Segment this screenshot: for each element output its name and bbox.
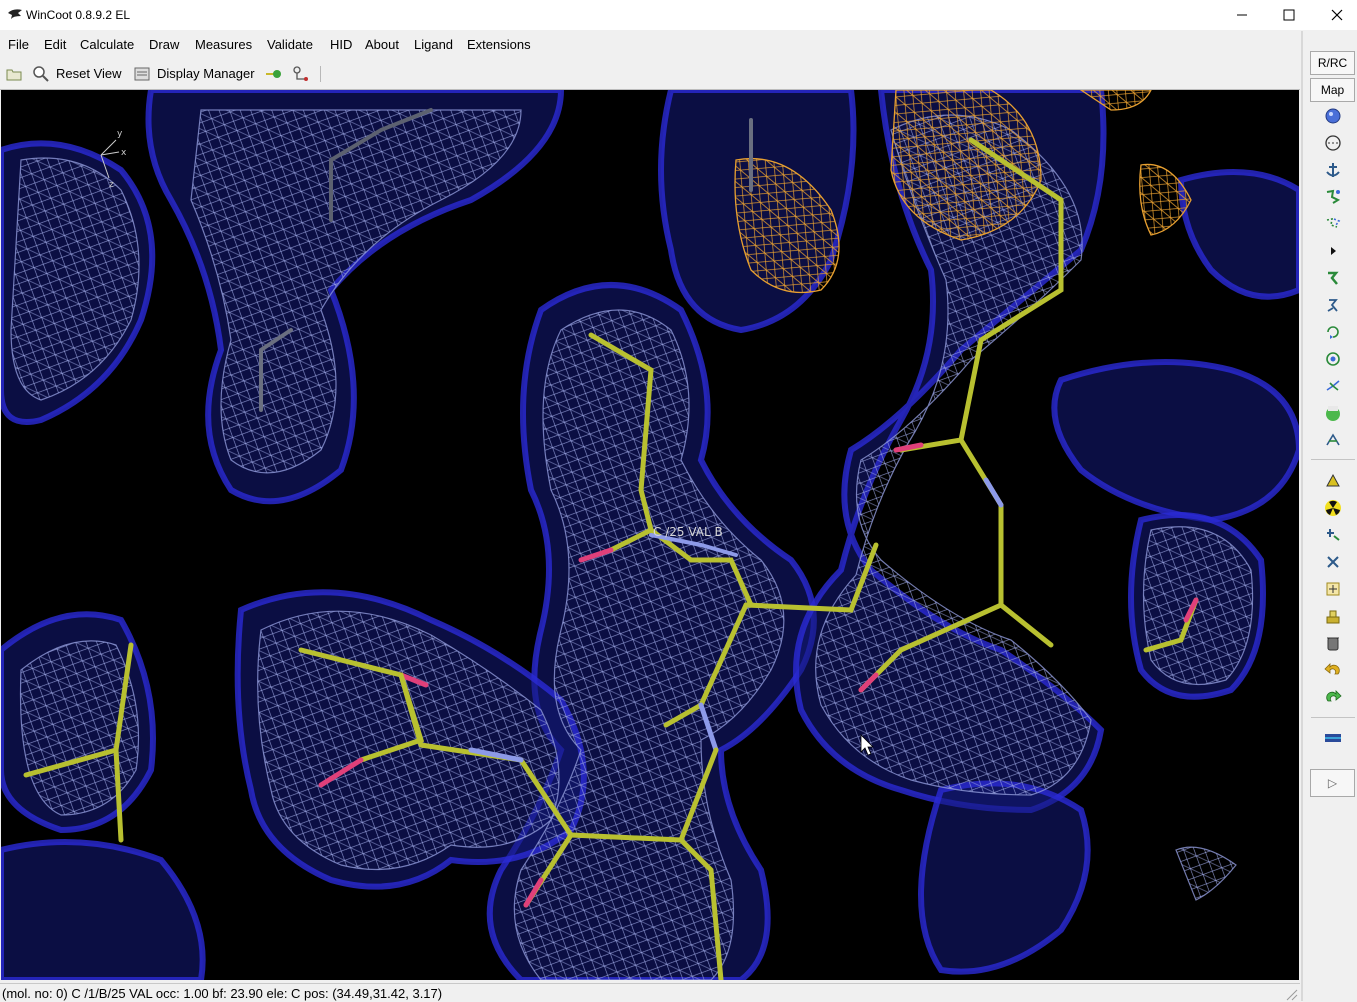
side-chain-icon[interactable] — [1323, 295, 1343, 315]
place-atom-icon[interactable] — [1323, 579, 1343, 599]
menu-ligand[interactable]: Ligand — [414, 37, 453, 52]
close-button[interactable] — [1314, 0, 1357, 30]
status-text: (mol. no: 0) C /1/B/25 VAL occ: 1.00 bf:… — [2, 986, 443, 1001]
mutate-icon[interactable] — [1323, 214, 1343, 234]
menu-measures[interactable]: Measures — [195, 37, 252, 52]
axis-x-label: x — [121, 148, 127, 158]
delete-icon[interactable] — [1323, 552, 1343, 572]
open-folder-icon[interactable] — [5, 65, 23, 83]
minimize-button[interactable] — [1219, 0, 1265, 30]
menu-calculate[interactable]: Calculate — [80, 37, 134, 52]
reset-view-button[interactable]: Reset View — [56, 66, 122, 81]
refine-regularize-control-button[interactable]: R/RC — [1310, 51, 1355, 75]
rotamer-icon[interactable] — [1323, 187, 1343, 207]
graphics-viewport[interactable]: y x z C /25 VAL B — [1, 90, 1299, 980]
status-bar: (mol. no: 0) C /1/B/25 VAL occ: 1.00 bf:… — [0, 983, 1300, 1002]
go-to-atom-icon[interactable] — [265, 65, 283, 83]
sidebar-separator — [1311, 717, 1355, 718]
menu-bar: File Edit Calculate Draw Measures Valida… — [0, 31, 1300, 59]
menu-extensions[interactable]: Extensions — [467, 37, 531, 52]
menu-file[interactable]: File — [8, 37, 29, 52]
menu-edit[interactable]: Edit — [44, 37, 66, 52]
expand-arrow-icon[interactable] — [1323, 241, 1343, 261]
undo-icon[interactable] — [1323, 660, 1343, 680]
maximize-button[interactable] — [1266, 0, 1312, 30]
maximize-icon — [1283, 9, 1295, 21]
pepflip-icon[interactable] — [1323, 430, 1343, 450]
axis-y-label: y — [117, 129, 123, 139]
spin-icon[interactable] — [1323, 349, 1343, 369]
display-manager-icon[interactable] — [133, 65, 151, 83]
model-toolbar: R/RC Map ▷ — [1301, 31, 1357, 1001]
flip-peptide-icon[interactable] — [1323, 268, 1343, 288]
minimize-icon — [1237, 14, 1247, 16]
rotate-translate-icon[interactable] — [1323, 322, 1343, 342]
stack-icon[interactable] — [1323, 606, 1343, 626]
close-icon — [1331, 9, 1343, 21]
title-bar: WinCoot 0.8.9.2 EL — [0, 0, 1357, 30]
density-map-scene[interactable]: y x z C /25 VAL B — [1, 90, 1299, 980]
sidebar-separator — [1311, 459, 1355, 460]
menu-about[interactable]: About — [365, 37, 399, 52]
measure-distance-icon[interactable] — [292, 65, 310, 83]
display-manager-button[interactable]: Display Manager — [157, 66, 255, 81]
redo-icon[interactable] — [1323, 687, 1343, 707]
anchor-icon[interactable] — [1323, 160, 1343, 180]
coot-logo-icon — [8, 9, 22, 19]
play-button[interactable]: ▷ — [1310, 769, 1355, 797]
torsion-icon[interactable] — [1323, 376, 1343, 396]
color-bar-icon[interactable] — [1323, 728, 1343, 748]
atom-label: C /25 VAL B — [653, 525, 723, 539]
resize-grip-icon[interactable] — [1284, 987, 1298, 1001]
axis-z-label: z — [109, 180, 114, 190]
add-alt-conf-icon[interactable] — [1323, 525, 1343, 545]
window-title: WinCoot 0.8.9.2 EL — [26, 8, 131, 22]
toolbar-separator — [320, 66, 321, 82]
menu-draw[interactable]: Draw — [149, 37, 179, 52]
radiation-icon[interactable] — [1323, 498, 1343, 518]
menu-hid[interactable]: HID — [330, 37, 352, 52]
toolbar: Reset View Display Manager — [0, 58, 1300, 90]
regularize-icon[interactable] — [1323, 133, 1343, 153]
bin-icon[interactable] — [1323, 633, 1343, 653]
add-atom-icon[interactable] — [1323, 471, 1343, 491]
map-button[interactable]: Map — [1310, 78, 1355, 102]
menu-validate[interactable]: Validate — [267, 37, 313, 52]
zoom-icon[interactable] — [32, 65, 50, 83]
side-chain-180-icon[interactable] — [1323, 403, 1343, 423]
refine-sphere-icon[interactable] — [1323, 106, 1343, 126]
